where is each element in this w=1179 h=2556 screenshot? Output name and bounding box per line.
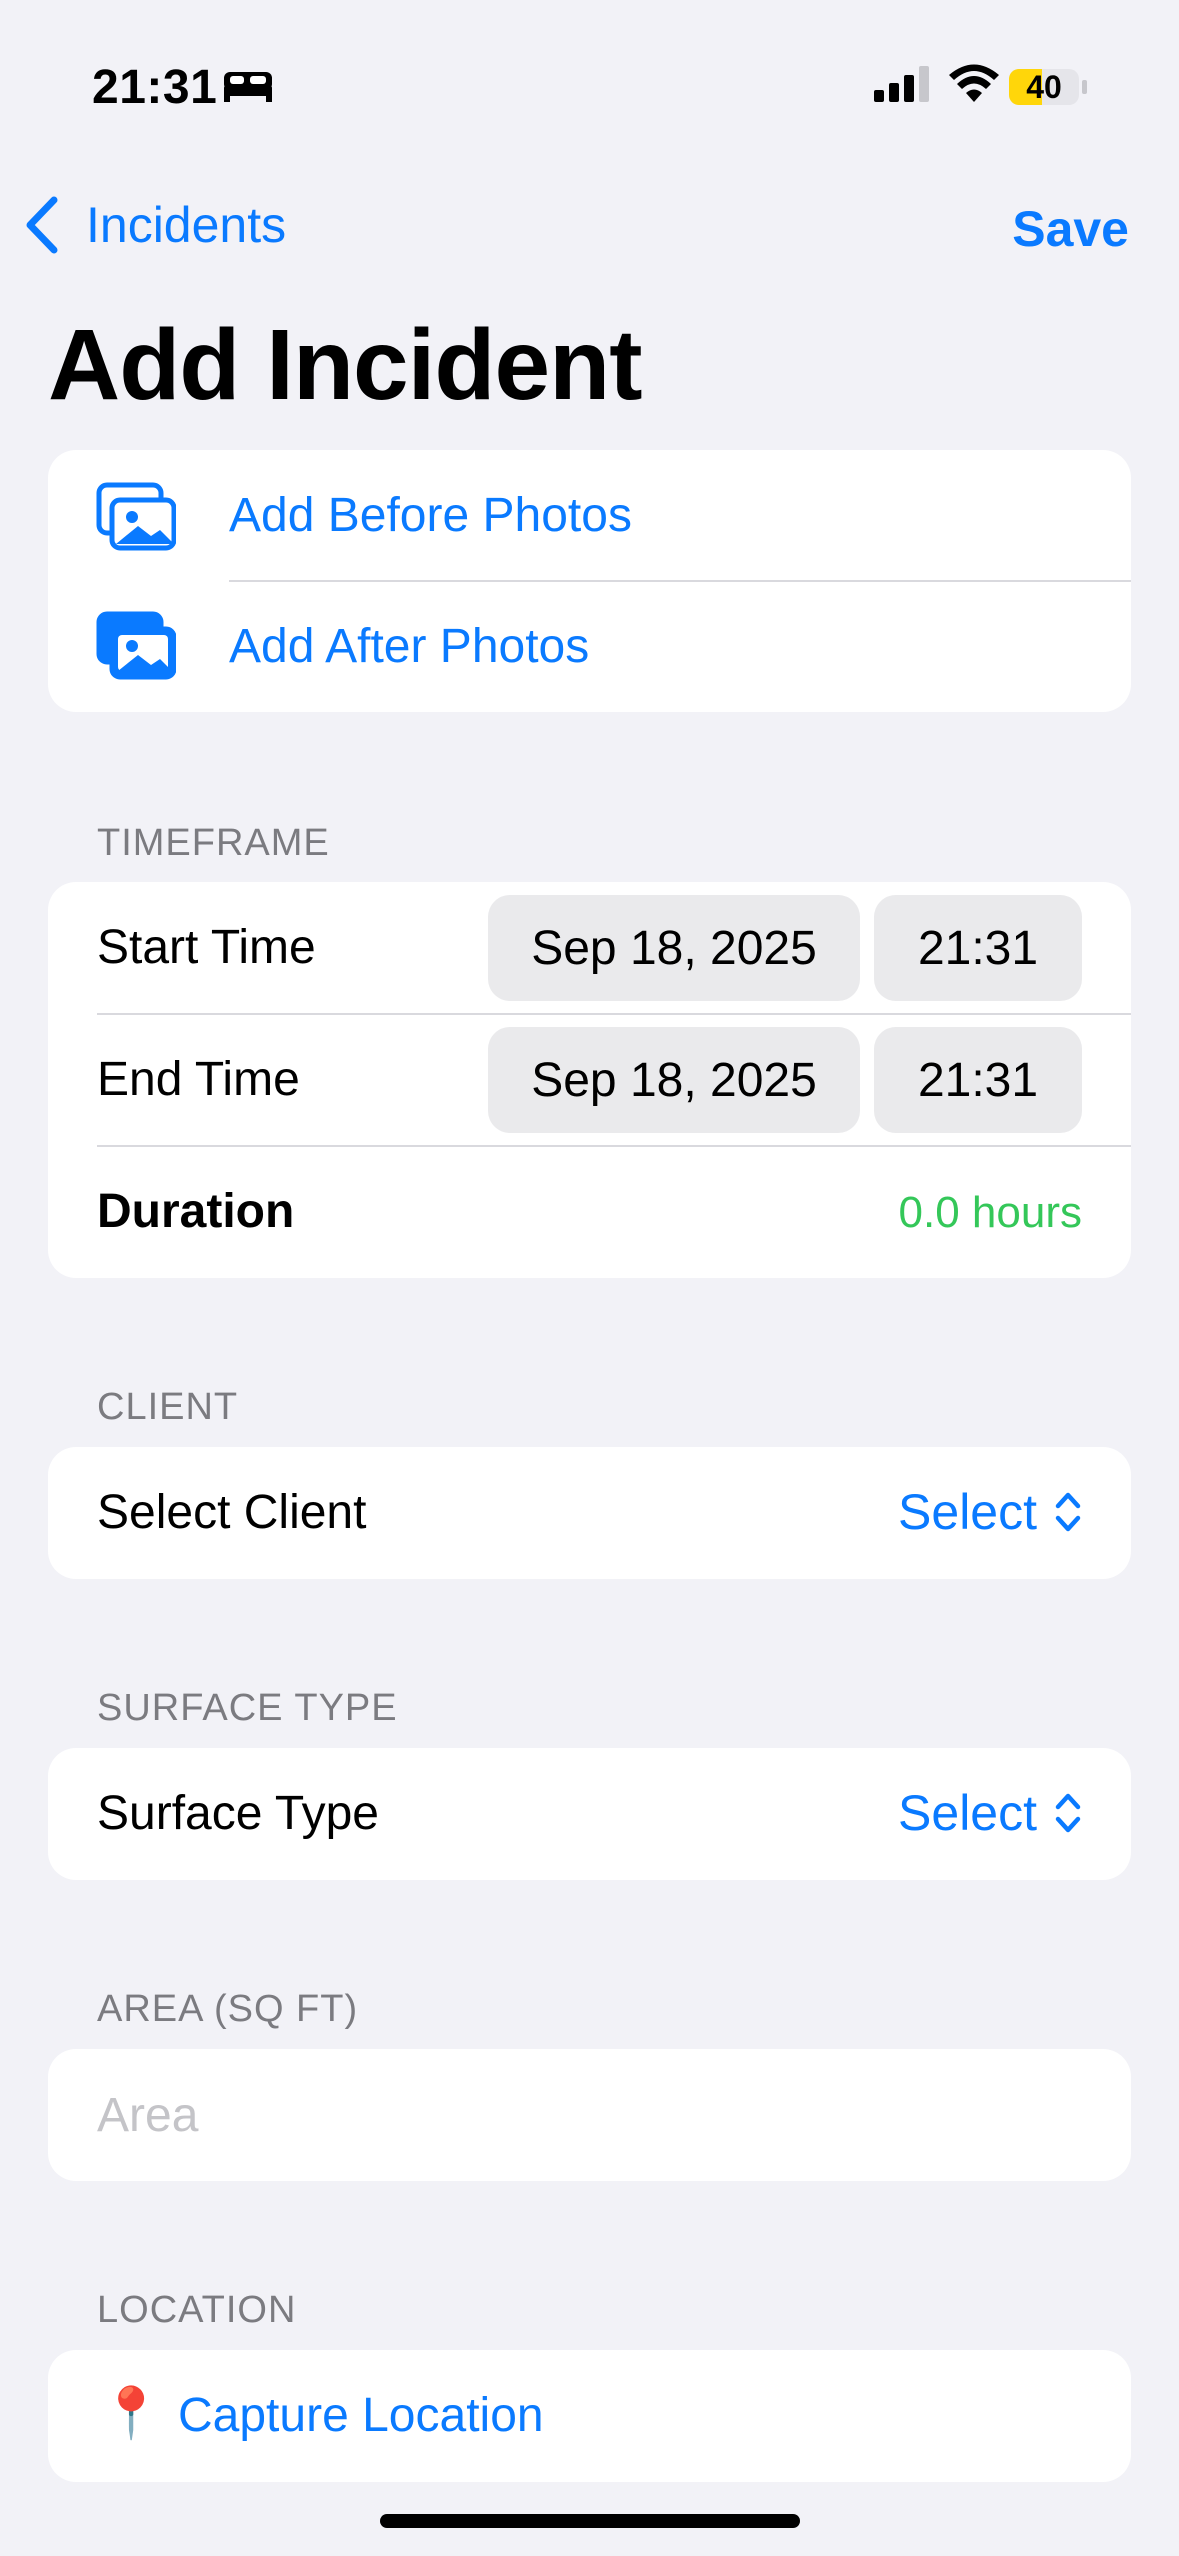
- photos-icon: [96, 482, 176, 551]
- capture-location-label: Capture Location: [178, 2389, 544, 2442]
- surface-type-card: Surface Type Select: [48, 1748, 1131, 1880]
- section-header-area: AREA (SQ FT): [97, 1988, 359, 2030]
- pin-icon: 📍: [100, 2385, 163, 2441]
- area-card: [48, 2049, 1131, 2181]
- save-button[interactable]: Save: [1012, 200, 1129, 258]
- page-title: Add Incident: [48, 309, 643, 421]
- start-time-label: Start Time: [97, 921, 316, 974]
- client-picker-value: Select: [898, 1484, 1037, 1540]
- add-before-photos-label: Add Before Photos: [229, 489, 632, 542]
- chevron-up-down-icon: [1055, 1793, 1081, 1833]
- start-time-row: Start Time Sep 18, 2025 21:31: [48, 882, 1131, 1014]
- status-time: 21:31: [92, 61, 218, 114]
- area-input[interactable]: [97, 2049, 1087, 2181]
- add-after-photos-label: Add After Photos: [229, 620, 590, 673]
- capture-location-button[interactable]: 📍 Capture Location: [48, 2350, 1131, 2482]
- end-time-label: End Time: [97, 1053, 300, 1106]
- duration-label: Duration: [97, 1185, 295, 1238]
- home-indicator: [380, 2514, 800, 2528]
- photos-icon: [96, 611, 176, 680]
- photos-card: Add Before Photos Add After Photos: [48, 450, 1131, 712]
- start-time-picker[interactable]: 21:31: [874, 895, 1082, 1001]
- wifi-icon: [948, 64, 1000, 109]
- location-card: 📍 Capture Location: [48, 2350, 1131, 2482]
- back-label: Incidents: [86, 197, 287, 253]
- section-header-location: LOCATION: [97, 2289, 297, 2331]
- duration-row: Duration 0.0 hours: [48, 1146, 1131, 1278]
- chevron-left-icon: [26, 196, 58, 254]
- end-time-picker[interactable]: 21:31: [874, 1027, 1082, 1133]
- cellular-signal-icon: [874, 64, 932, 109]
- client-card: Select Client Select: [48, 1447, 1131, 1579]
- timeframe-card: Start Time Sep 18, 2025 21:31 End Time S…: [48, 882, 1131, 1278]
- add-before-photos-button[interactable]: Add Before Photos: [48, 450, 1131, 581]
- section-header-surface-type: SURFACE TYPE: [97, 1687, 398, 1729]
- chevron-up-down-icon: [1055, 1492, 1081, 1532]
- surface-type-picker[interactable]: Select: [898, 1784, 1083, 1842]
- surface-type-picker-value: Select: [898, 1785, 1037, 1841]
- section-header-client: CLIENT: [97, 1386, 239, 1428]
- duration-value: 0.0 hours: [898, 1188, 1082, 1237]
- section-header-timeframe: TIMEFRAME: [97, 822, 330, 864]
- bed-icon: [222, 68, 274, 104]
- surface-type-label: Surface Type: [97, 1787, 379, 1840]
- end-time-row: End Time Sep 18, 2025 21:31: [48, 1014, 1131, 1146]
- end-date-picker[interactable]: Sep 18, 2025: [488, 1027, 860, 1133]
- start-date-picker[interactable]: Sep 18, 2025: [488, 895, 860, 1001]
- battery-icon: 40: [1008, 68, 1088, 106]
- select-client-label: Select Client: [97, 1486, 367, 1539]
- back-button[interactable]: Incidents: [24, 196, 286, 254]
- add-after-photos-button[interactable]: Add After Photos: [48, 581, 1131, 712]
- battery-level: 40: [1026, 68, 1062, 105]
- client-picker[interactable]: Select: [898, 1483, 1083, 1541]
